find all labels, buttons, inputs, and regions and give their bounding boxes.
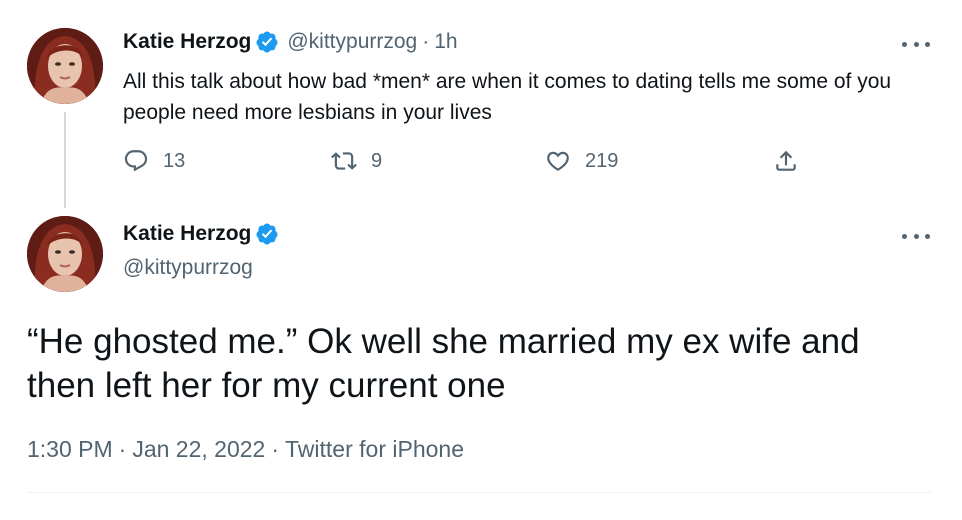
heart-icon [547, 151, 569, 171]
share-icon [776, 150, 796, 171]
author-name[interactable]: Katie Herzog [123, 30, 251, 54]
reply-count: 13 [163, 149, 186, 172]
avatar[interactable] [27, 28, 103, 104]
like-button[interactable]: 219 [545, 148, 618, 174]
divider [27, 492, 932, 493]
like-count: 219 [585, 149, 619, 172]
tweet2-header: Katie Herzog [123, 222, 279, 246]
separator-dot: · [118, 436, 127, 462]
separator-dot: · [422, 30, 430, 53]
more-options-icon[interactable] [902, 230, 930, 242]
separator-dot: · [271, 436, 280, 462]
tweet-timestamp[interactable]: 1h [434, 30, 457, 54]
author-handle[interactable]: @kittypurrzog [287, 30, 417, 54]
tweet-text: All this talk about how bad *men* are wh… [123, 70, 892, 124]
tweet-metadata: 1:30 PM · Jan 22, 2022 · Twitter for iPhone [27, 436, 464, 463]
author-handle[interactable]: @kittypurrzog [123, 256, 253, 280]
thread-connector-line [64, 112, 66, 208]
retweet-button[interactable]: 9 [331, 148, 382, 174]
verified-badge-icon [255, 222, 279, 246]
tweet-date[interactable]: Jan 22, 2022 [132, 436, 265, 462]
share-button[interactable] [773, 148, 813, 174]
more-options-icon[interactable] [902, 38, 930, 50]
reply-icon [124, 150, 148, 172]
tweet-actions: 13 9 219 [123, 148, 823, 178]
reply-button[interactable]: 13 [123, 148, 185, 174]
tweet-text: “He ghosted me.” Ok well she married my … [27, 322, 860, 405]
retweet-count: 9 [371, 149, 383, 172]
tweet-time[interactable]: 1:30 PM [27, 436, 113, 462]
author-name[interactable]: Katie Herzog [123, 222, 251, 246]
retweet-icon [331, 152, 357, 170]
tweet-source[interactable]: Twitter for iPhone [285, 436, 464, 462]
tweet1-header: Katie Herzog @kittypurrzog · 1h [123, 30, 458, 54]
verified-badge-icon [255, 30, 279, 54]
avatar[interactable] [27, 216, 103, 292]
